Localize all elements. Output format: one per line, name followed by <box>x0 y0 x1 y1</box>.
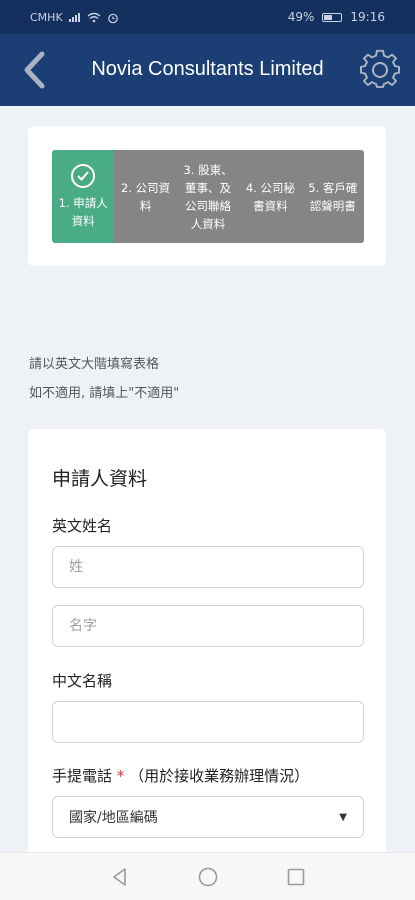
step-1-label: 1. 申請人 資料 <box>58 195 108 228</box>
back-button[interactable] <box>18 50 52 90</box>
country-code-value: 國家/地區編碼 <box>69 810 158 826</box>
system-nav-bar <box>0 852 415 900</box>
step-4-label: 4. 公司秘 書資料 <box>245 180 295 213</box>
step-5-label: 5. 客戶確 認聲明書 <box>308 180 358 213</box>
chevron-left-icon <box>24 51 45 89</box>
status-right: 49% 19:16 <box>288 10 385 24</box>
progress-card: 1. 申請人 資料 2. 公司資 料 3. 股東、 董事、及 公司聯絡 人資料 … <box>28 126 386 266</box>
triangle-back-icon <box>113 868 126 886</box>
step-4[interactable]: 4. 公司秘 書資料 <box>239 150 302 243</box>
section-title: 申請人資料 <box>52 468 148 490</box>
step-indicator: 1. 申請人 資料 2. 公司資 料 3. 股東、 董事、及 公司聯絡 人資料 … <box>52 150 364 243</box>
nav-recents-button[interactable] <box>284 865 308 889</box>
battery-percent: 49% <box>287 10 315 24</box>
circle-home-icon <box>198 867 218 887</box>
mobile-hint: （用於接收業務辦理情況） <box>129 767 310 785</box>
signal-icon <box>68 13 81 22</box>
mobile-label-row: 手提電話 * （用於接收業務辦理情況） <box>52 765 309 786</box>
step-2-label: 2. 公司資 料 <box>121 180 171 213</box>
surname-input[interactable] <box>52 546 364 588</box>
caret-down-icon: ▼ <box>339 811 347 823</box>
square-recents-icon <box>287 868 305 886</box>
check-icon <box>71 163 96 188</box>
status-bar: CMHK 49% 19:16 <box>0 0 415 34</box>
settings-button[interactable] <box>359 49 401 91</box>
page-title: Novia Consultants Limited <box>91 58 324 80</box>
gear-icon <box>360 49 400 88</box>
applicant-form-card: 申請人資料 英文姓名 中文名稱 手提電話 * （用於接收業務辦理情況） 國家/地… <box>28 429 386 899</box>
nav-back-button[interactable] <box>108 865 132 889</box>
mobile-label: 手提電話 <box>52 767 113 785</box>
step-2[interactable]: 2. 公司資 料 <box>114 150 177 243</box>
battery-icon <box>322 12 343 22</box>
chinese-name-label: 中文名稱 <box>52 672 113 690</box>
given-name-input[interactable] <box>52 605 364 647</box>
step-3[interactable]: 3. 股東、 董事、及 公司聯絡 人資料 <box>176 150 240 243</box>
nav-home-button[interactable] <box>196 865 220 889</box>
instruction-note-1: 請以英文大階填寫表格 <box>29 357 160 372</box>
step-3-label: 3. 股東、 董事、及 公司聯絡 人資料 <box>183 162 233 231</box>
clock: 19:16 <box>350 10 385 24</box>
english-name-label: 英文姓名 <box>52 517 113 535</box>
status-left: CMHK <box>30 11 119 24</box>
wifi-icon <box>87 12 101 23</box>
required-mark: * <box>116 767 125 785</box>
step-1[interactable]: 1. 申請人 資料 <box>52 150 115 243</box>
country-code-select[interactable]: 國家/地區編碼 ▼ <box>52 796 364 838</box>
step-5[interactable]: 5. 客戶確 認聲明書 <box>301 150 364 243</box>
chinese-name-input[interactable] <box>52 701 364 743</box>
instruction-note-2: 如不適用, 請填上"不適用" <box>29 386 180 401</box>
carrier-label: CMHK <box>30 11 63 24</box>
alarm-icon <box>107 13 118 23</box>
app-header: Novia Consultants Limited <box>0 34 415 106</box>
